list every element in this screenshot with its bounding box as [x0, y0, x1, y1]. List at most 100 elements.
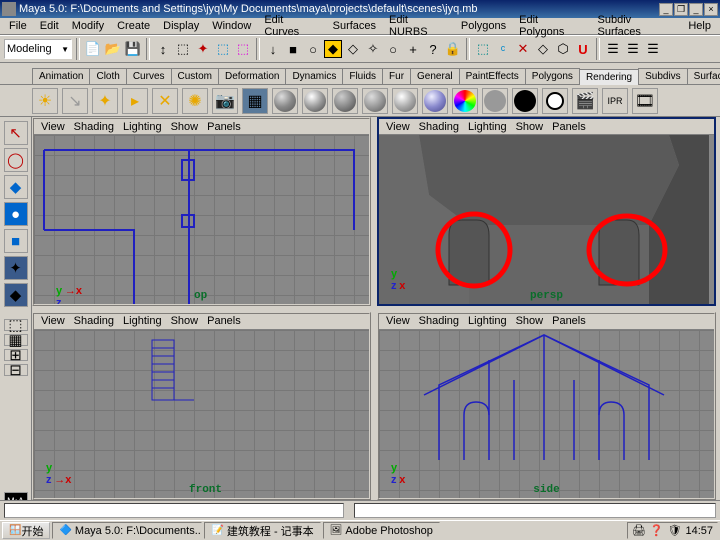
taskbar-item[interactable]: 🔷Maya 5.0: F:\Documents... [52, 522, 202, 539]
menu-display[interactable]: Display [158, 19, 204, 33]
open-scene-button[interactable]: 📂 [104, 40, 122, 58]
viewport-menu-show[interactable]: Show [513, 121, 547, 133]
taskbar-item[interactable]: 🖼Adobe Photoshop [323, 522, 440, 539]
viewport-menu-panels[interactable]: Panels [204, 315, 244, 327]
viewport-menu-view[interactable]: View [38, 315, 68, 327]
viewport-menu-shading[interactable]: Shading [416, 121, 462, 133]
camera-icon[interactable]: 📷 [212, 88, 238, 114]
taskbar-item[interactable]: 📝建筑教程 - 记事本 [204, 522, 320, 539]
toolbar-icon[interactable]: ○ [304, 40, 322, 58]
toolbar-icon[interactable]: ✕ [514, 40, 532, 58]
side-view-canvas[interactable]: yz x side [379, 330, 714, 499]
ipr-button[interactable]: IPR [602, 88, 628, 114]
snap-icon[interactable]: ⬚ [174, 40, 192, 58]
render-settings-button[interactable]: 🎞 [632, 88, 658, 114]
menu-help[interactable]: Help [683, 19, 716, 33]
material-ball-icon[interactable] [422, 88, 448, 114]
viewport-menu-show[interactable]: Show [513, 315, 547, 327]
toolbar-icon[interactable]: ᶜ [494, 40, 512, 58]
menu-edit-nurbs[interactable]: Edit NURBS [384, 13, 453, 39]
material-ball-icon[interactable] [392, 88, 418, 114]
toolbar-icon[interactable]: ⬚ [474, 40, 492, 58]
lock-icon[interactable]: 🔒 [444, 40, 462, 58]
toolbar-icon[interactable]: + [404, 40, 422, 58]
viewport-menu-lighting[interactable]: Lighting [465, 121, 510, 133]
snap-icon[interactable]: ⬚ [234, 40, 252, 58]
move-tool[interactable]: ◆ [4, 175, 28, 199]
toolbar-icon[interactable]: ○ [384, 40, 402, 58]
viewport-menu-shading[interactable]: Shading [416, 315, 462, 327]
shelf-tab-rendering[interactable]: Rendering [579, 69, 639, 85]
shelf-tab-curves[interactable]: Curves [126, 68, 172, 84]
top-view-canvas[interactable]: y →xz op [34, 135, 369, 304]
toolbar-icon[interactable]: ⬡ [554, 40, 572, 58]
toolbar-icon[interactable]: ✧ [364, 40, 382, 58]
viewport-top[interactable]: ViewShadingLightingShowPanels y →xz op [32, 117, 371, 306]
toolbar-icon[interactable]: ◇ [534, 40, 552, 58]
lasso-tool[interactable]: ◯ [4, 148, 28, 172]
material-ball-icon[interactable] [452, 88, 478, 114]
shelf-tab-dynamics[interactable]: Dynamics [285, 68, 343, 84]
snap-icon[interactable]: ✦ [194, 40, 212, 58]
viewport-front[interactable]: ViewShadingLightingShowPanels yz →x fron… [32, 312, 371, 501]
shelf-tab-deformation[interactable]: Deformation [218, 68, 286, 84]
menu-edit[interactable]: Edit [35, 19, 64, 33]
tray-icon[interactable]: 🛡 [668, 524, 682, 537]
close-button[interactable]: × [704, 3, 718, 16]
menu-edit-polygons[interactable]: Edit Polygons [514, 13, 589, 39]
viewport-menu-show[interactable]: Show [168, 315, 202, 327]
light-icon[interactable]: ▸ [122, 88, 148, 114]
front-view-canvas[interactable]: yz →x front [34, 330, 369, 499]
viewport-menu-lighting[interactable]: Lighting [465, 315, 510, 327]
shelf-tab-fluids[interactable]: Fluids [342, 68, 383, 84]
material-ball-icon[interactable] [272, 88, 298, 114]
layout-button[interactable]: ⊞ [4, 349, 28, 361]
scale-tool[interactable]: ■ [4, 229, 28, 253]
viewport-menu-view[interactable]: View [383, 315, 413, 327]
rotate-tool[interactable]: ● [4, 202, 28, 226]
toolbar-icon[interactable]: ◇ [344, 40, 362, 58]
material-ball-icon[interactable] [512, 88, 538, 114]
menu-subdiv-surfaces[interactable]: Subdiv Surfaces [593, 13, 681, 39]
layout-button[interactable]: ⬚ [4, 319, 28, 331]
menu-modify[interactable]: Modify [67, 19, 109, 33]
menu-file[interactable]: File [4, 19, 32, 33]
menu-polygons[interactable]: Polygons [456, 19, 511, 33]
viewport-menu-panels[interactable]: Panels [549, 315, 589, 327]
viewport-menu-panels[interactable]: Panels [549, 121, 589, 133]
material-ball-icon[interactable] [332, 88, 358, 114]
toolbar-icon[interactable]: ☰ [624, 40, 642, 58]
light-icon[interactable]: ☀ [32, 88, 58, 114]
tray-icon[interactable]: ❓ [650, 524, 664, 537]
layout-button[interactable]: ▦ [4, 334, 28, 346]
viewport-menu-view[interactable]: View [383, 121, 413, 133]
viewport-menu-lighting[interactable]: Lighting [120, 315, 165, 327]
toolbar-icon[interactable]: ☰ [644, 40, 662, 58]
shelf-tab-custom[interactable]: Custom [171, 68, 219, 84]
command-feedback[interactable] [354, 503, 716, 518]
layout-button[interactable]: ⊟ [4, 364, 28, 376]
toolbar-icon[interactable]: ■ [284, 40, 302, 58]
manipulator-tool[interactable]: ✦ [4, 256, 28, 280]
persp-view-canvas[interactable]: yz x persp [379, 135, 714, 304]
shelf-tab-general[interactable]: General [410, 68, 460, 84]
render-button[interactable]: 🎬 [572, 88, 598, 114]
menu-surfaces[interactable]: Surfaces [328, 19, 381, 33]
menu-edit-curves[interactable]: Edit Curves [259, 13, 324, 39]
viewport-menu-shading[interactable]: Shading [71, 121, 117, 133]
menu-create[interactable]: Create [112, 19, 155, 33]
viewport-menu-show[interactable]: Show [168, 121, 202, 133]
render-icon[interactable]: ▦ [242, 88, 268, 114]
select-tool[interactable]: ↖ [4, 121, 28, 145]
new-scene-button[interactable]: 📄 [84, 40, 102, 58]
mode-selector[interactable]: Modeling [4, 39, 72, 59]
viewport-menu-view[interactable]: View [38, 121, 68, 133]
viewport-menu-panels[interactable]: Panels [204, 121, 244, 133]
menu-window[interactable]: Window [207, 19, 256, 33]
last-tool[interactable]: ◆ [4, 283, 28, 307]
toolbar-icon-active[interactable]: ◆ [324, 40, 342, 58]
viewport-side[interactable]: ViewShadingLightingShowPanels yz x side [377, 312, 716, 501]
viewport-persp[interactable]: ViewShadingLightingShowPanels yz x persp [377, 117, 716, 306]
shelf-tab-surfaces[interactable]: Surfaces [687, 68, 720, 84]
shelf-tab-painteffects[interactable]: PaintEffects [459, 68, 526, 84]
